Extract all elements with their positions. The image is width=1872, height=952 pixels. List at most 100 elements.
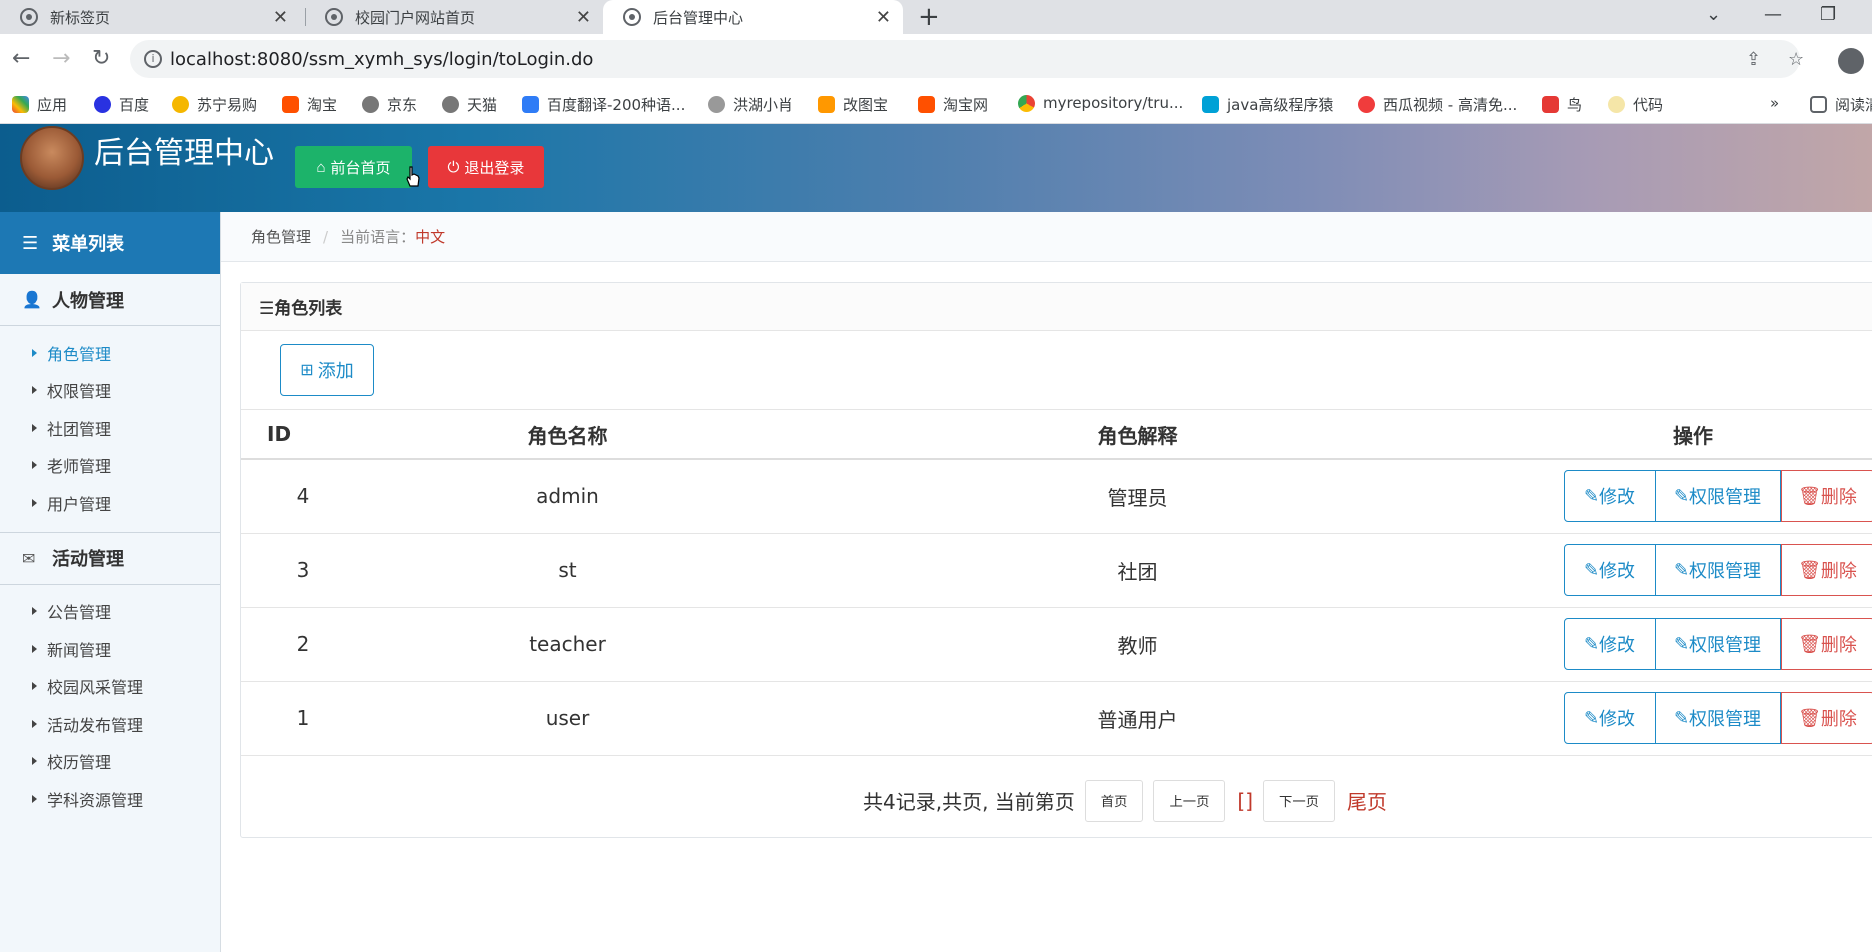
bird-icon: [708, 96, 725, 113]
delete-button[interactable]: 🗑 删除: [1780, 618, 1872, 670]
column-header-desc: 角色解释: [770, 410, 1505, 460]
bookmark-tmall[interactable]: 天猫: [442, 94, 497, 115]
plus-square-icon: ⊞: [300, 362, 314, 379]
caret-right-icon: [32, 794, 37, 803]
sidebar-item-permission[interactable]: 权限管理: [0, 372, 220, 410]
delete-button[interactable]: 🗑 删除: [1780, 544, 1872, 596]
permission-button[interactable]: ✎ 权限管理: [1655, 692, 1781, 744]
sidebar-item-label: 新闻管理: [47, 640, 112, 660]
restore-icon[interactable]: ❐: [1820, 4, 1836, 25]
bookmark-baidu[interactable]: 百度: [94, 94, 149, 115]
bookmark-code[interactable]: 代码: [1608, 94, 1663, 115]
sidebar-item-label: 公告管理: [47, 603, 112, 623]
share-icon[interactable]: ⇪: [1746, 49, 1761, 70]
permission-button[interactable]: ✎ 权限管理: [1655, 544, 1781, 596]
bookmark-jd[interactable]: 京东: [362, 94, 417, 115]
suning-icon: [172, 96, 189, 113]
permission-label: 权限管理: [1689, 709, 1762, 729]
bookmarks-overflow-button[interactable]: »: [1770, 94, 1779, 112]
sidebar-item-campus[interactable]: 校园风采管理: [0, 668, 220, 706]
home-button[interactable]: ⌂ 前台首页: [295, 146, 412, 188]
bookmark-taobao[interactable]: 淘宝: [282, 94, 337, 115]
edit-icon: ✎: [1673, 485, 1690, 506]
prev-page-button[interactable]: 上一页: [1153, 779, 1226, 822]
sidebar-item-resources[interactable]: 学科资源管理: [0, 780, 220, 818]
caret-right-icon: [32, 386, 37, 395]
taobao-icon: [918, 96, 935, 113]
sidebar-group-activity[interactable]: ✉ 活动管理: [0, 533, 220, 585]
bookmark-apps[interactable]: 应用: [12, 94, 67, 115]
edit-button[interactable]: ✎ 修改: [1563, 544, 1656, 596]
browser-tab-2[interactable]: 校园门户网站首页 ✕: [305, 0, 603, 34]
new-tab-button[interactable]: +: [918, 2, 940, 32]
column-header-actions: 操作: [1505, 410, 1872, 460]
delete-button[interactable]: 🗑 删除: [1780, 692, 1872, 744]
last-page-link[interactable]: 尾页: [1347, 786, 1387, 815]
sidebar-item-activity-publish[interactable]: 活动发布管理: [0, 705, 220, 743]
group-label: 人物管理: [52, 290, 124, 312]
edit-button[interactable]: ✎ 修改: [1563, 692, 1656, 744]
star-icon[interactable]: ☆: [1788, 49, 1804, 70]
sidebar-group-people[interactable]: 👤 人物管理: [0, 274, 220, 326]
tab-title: 新标签页: [50, 8, 111, 27]
first-page-button[interactable]: 首页: [1084, 779, 1144, 822]
browser-tab-3[interactable]: 后台管理中心 ✕: [603, 0, 903, 34]
sidebar-item-notice[interactable]: 公告管理: [0, 593, 220, 631]
logout-button[interactable]: ⏻ 退出登录: [428, 146, 544, 188]
browser-tab-1[interactable]: 新标签页 ✕: [0, 0, 300, 34]
menu-title: 菜单列表: [52, 234, 125, 255]
reload-icon[interactable]: ↻: [92, 46, 110, 71]
browser-tab-bar: 新标签页 ✕ 校园门户网站首页 ✕ 后台管理中心 ✕ + ⌄ — ❐: [0, 0, 1872, 34]
tab-search-icon[interactable]: ⌄: [1706, 4, 1721, 25]
forward-icon[interactable]: →: [52, 46, 70, 71]
breadcrumb-separator: /: [323, 227, 329, 246]
bookmark-java[interactable]: java高级程序猿: [1202, 94, 1333, 115]
permission-button[interactable]: ✎ 权限管理: [1655, 618, 1781, 670]
language-value[interactable]: 中文: [415, 226, 445, 247]
list-icon: ☰: [22, 232, 39, 254]
row-actions: ✎ 修改 ✎ 权限管理 🗑 删除: [1505, 607, 1872, 682]
sidebar-item-role[interactable]: 角色管理: [0, 334, 220, 372]
bookmark-honghu[interactable]: 洪湖小肖: [708, 94, 793, 115]
add-button[interactable]: ⊞ 添加: [280, 344, 374, 396]
sidebar-item-calendar[interactable]: 校历管理: [0, 743, 220, 781]
bookmark-suning[interactable]: 苏宁易购: [172, 94, 257, 115]
bookmark-taobaowang[interactable]: 淘宝网: [918, 94, 988, 115]
bird-icon: [1542, 96, 1559, 113]
caret-right-icon: [32, 423, 37, 432]
close-icon[interactable]: ✕: [273, 7, 288, 28]
bookmark-bird[interactable]: 鸟: [1542, 94, 1582, 115]
hand-cursor-icon: [406, 166, 420, 187]
permission-button[interactable]: ✎ 权限管理: [1655, 470, 1781, 523]
edit-button[interactable]: ✎ 修改: [1563, 618, 1656, 670]
bookmark-label: 应用: [37, 96, 68, 114]
close-icon[interactable]: ✕: [576, 7, 591, 28]
edit-label: 修改: [1599, 635, 1636, 655]
edit-button[interactable]: ✎ 修改: [1563, 470, 1656, 523]
bookmark-baidu-translate[interactable]: 百度翻译-200种语...: [522, 94, 685, 115]
close-icon[interactable]: ✕: [876, 7, 891, 28]
role-desc: 社团: [770, 533, 1505, 608]
role-id: 4: [241, 459, 365, 534]
bookmark-gaitubao[interactable]: 改图宝: [818, 94, 888, 115]
sidebar-item-teacher[interactable]: 老师管理: [0, 447, 220, 485]
sidebar-item-user[interactable]: 用户管理: [0, 484, 220, 522]
minimize-icon[interactable]: —: [1764, 4, 1782, 25]
sidebar-item-club[interactable]: 社团管理: [0, 409, 220, 447]
breadcrumb: 角色管理 / 当前语言： 中文: [221, 212, 1872, 262]
url-input[interactable]: i localhost:8080/ssm_xymh_sys/login/toLo…: [130, 40, 1800, 78]
bookmark-myrepository[interactable]: myrepository/tru...: [1018, 94, 1183, 112]
breadcrumb-current[interactable]: 角色管理: [251, 226, 311, 247]
sidebar-item-news[interactable]: 新闻管理: [0, 630, 220, 668]
back-icon[interactable]: ←: [12, 46, 30, 71]
bookmark-xigua[interactable]: 西瓜视频 - 高清免...: [1358, 94, 1517, 115]
delete-button[interactable]: 🗑 删除: [1780, 470, 1872, 523]
profile-avatar-icon[interactable]: [1838, 48, 1864, 74]
reading-list[interactable]: 阅读清: [1810, 94, 1872, 115]
trash-icon: 🗑: [1798, 707, 1821, 728]
next-page-button[interactable]: 下一页: [1263, 779, 1336, 822]
row-actions: ✎ 修改 ✎ 权限管理 🗑 删除: [1505, 459, 1872, 534]
code-icon: [1608, 96, 1625, 113]
globe-icon: [362, 96, 379, 113]
info-icon[interactable]: i: [144, 50, 162, 68]
